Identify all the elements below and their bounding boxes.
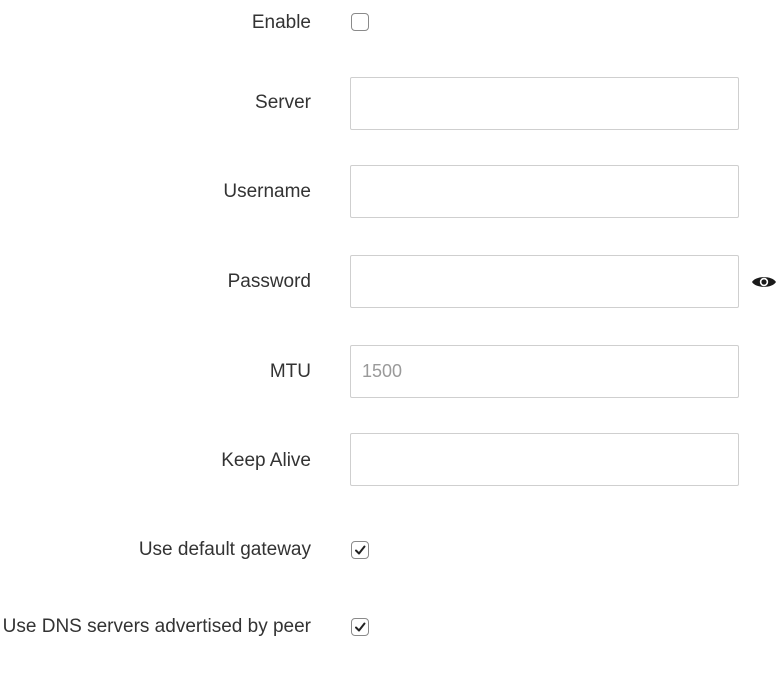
checkmark-icon: [355, 622, 366, 632]
username-input[interactable]: [350, 165, 739, 218]
use-default-gateway-label: Use default gateway: [138, 539, 311, 560]
password-label: Password: [227, 271, 311, 292]
keep-alive-label: Keep Alive: [221, 450, 311, 471]
keep-alive-input[interactable]: [350, 433, 739, 486]
use-dns-servers-checkbox[interactable]: [351, 618, 369, 636]
mtu-input[interactable]: [350, 345, 739, 398]
eye-icon[interactable]: [751, 273, 777, 291]
mtu-label: MTU: [269, 361, 311, 382]
checkmark-icon: [355, 545, 366, 555]
enable-checkbox[interactable]: [351, 13, 369, 31]
server-label: Server: [255, 92, 311, 113]
use-default-gateway-checkbox[interactable]: [351, 541, 369, 559]
username-label: Username: [223, 181, 311, 202]
server-input[interactable]: [350, 77, 739, 130]
password-input[interactable]: [350, 255, 739, 308]
enable-label: Enable: [251, 12, 311, 33]
use-dns-servers-label: Use DNS servers advertised by peer: [2, 616, 311, 637]
